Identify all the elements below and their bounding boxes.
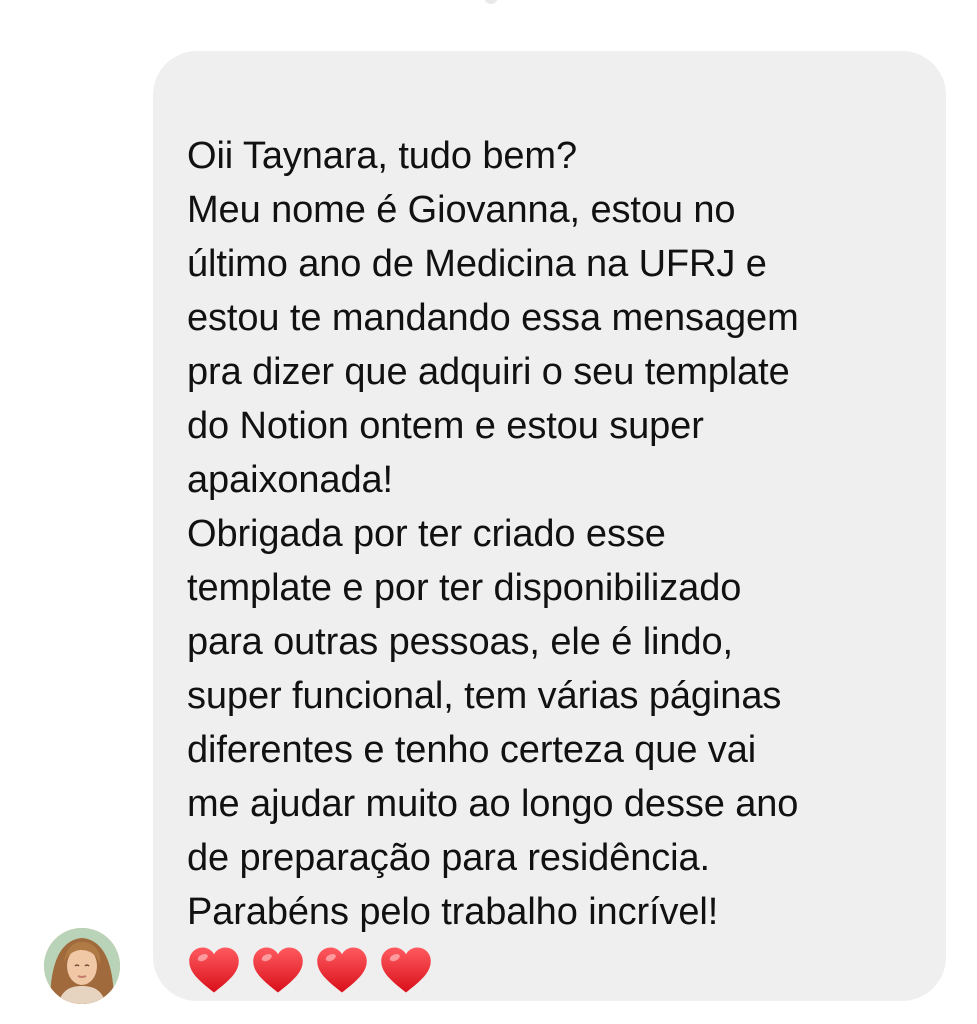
- previous-message-fragment: [484, 0, 498, 4]
- message-line: de preparação para residência.: [187, 837, 711, 879]
- heart-icon: [189, 947, 239, 993]
- message-line: Obrigada por ter criado esse: [187, 513, 666, 555]
- message-line: pra dizer que adquiri o seu template: [187, 351, 790, 393]
- message-line: Oii Taynara, tudo bem?: [187, 135, 577, 177]
- heart-icon: [317, 947, 367, 993]
- heart-icon: [381, 947, 431, 993]
- message-line: diferentes e tenho certeza que vai: [187, 729, 757, 771]
- message-line: me ajudar muito ao longo desse ano: [187, 783, 799, 825]
- heart-reactions: [187, 945, 916, 995]
- avatar-photo-icon: [44, 928, 120, 1004]
- message-line: template e por ter disponibilizado: [187, 567, 742, 609]
- message-line: último ano de Medicina na UFRJ e: [187, 243, 767, 285]
- message-line: para outras pessoas, ele é lindo,: [187, 621, 733, 663]
- heart-icon: [253, 947, 303, 993]
- message-line: super funcional, tem várias páginas: [187, 675, 782, 717]
- message-line: do Notion ontem e estou super: [187, 405, 704, 447]
- message-line: estou te mandando essa mensagem: [187, 297, 799, 339]
- message-line: Parabéns pelo trabalho incrível!: [187, 891, 719, 933]
- sender-avatar[interactable]: [44, 928, 120, 1004]
- message-line: Meu nome é Giovanna, estou no: [187, 189, 736, 231]
- message-bubble[interactable]: Oii Taynara, tudo bem? Meu nome é Giovan…: [153, 51, 946, 1001]
- message-line: apaixonada!: [187, 459, 393, 501]
